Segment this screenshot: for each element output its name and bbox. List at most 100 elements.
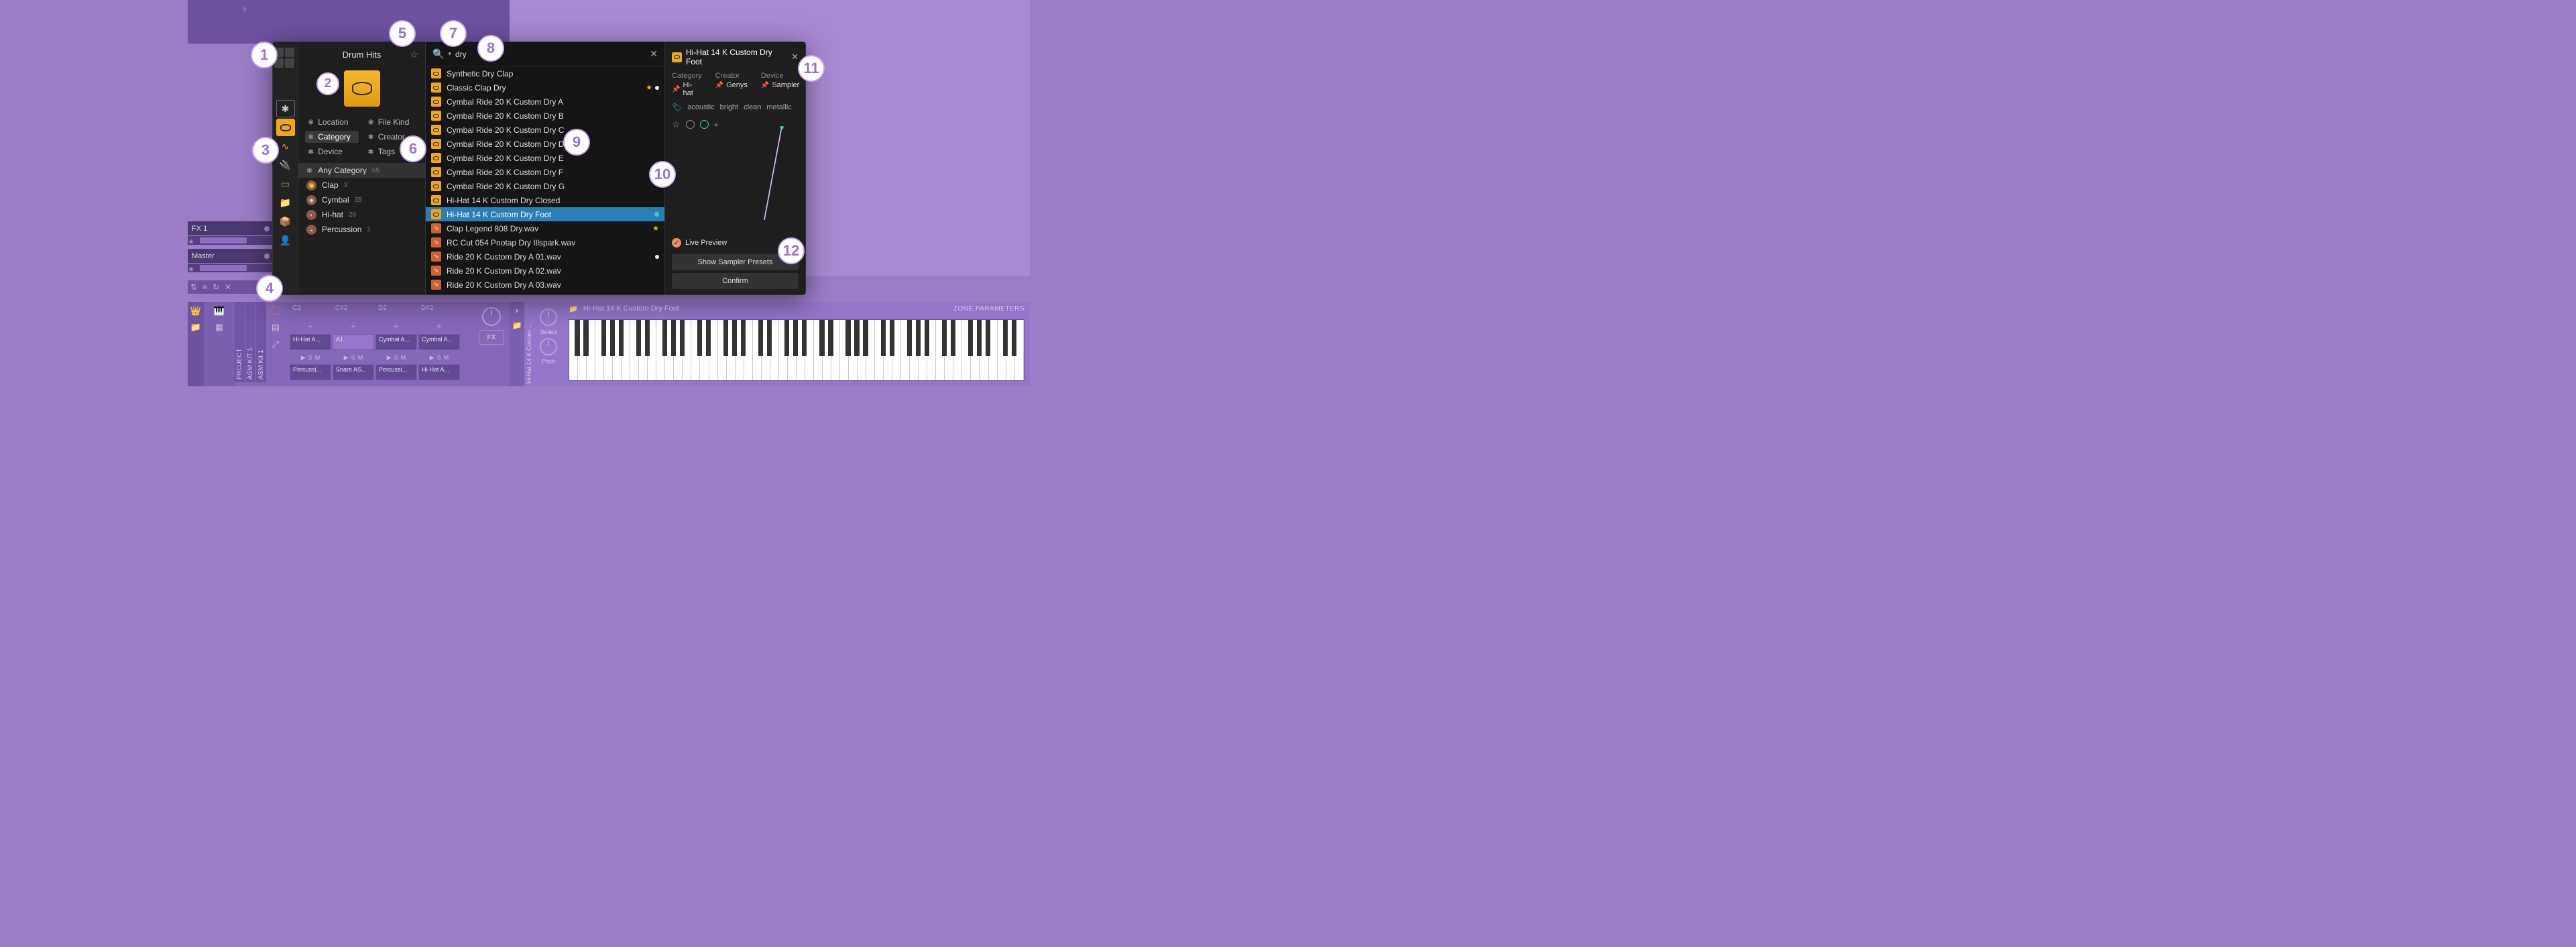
- pad-add[interactable]: +: [290, 321, 331, 333]
- vertical-label-kit1[interactable]: ASM KIT 1: [245, 302, 255, 382]
- pad-cell[interactable]: Cymbal A...: [375, 334, 417, 350]
- search-icon[interactable]: 🔍: [432, 48, 444, 60]
- toolbar-list-icon[interactable]: ≡: [202, 282, 207, 292]
- result-item[interactable]: Cymbal Ride 20 K Custom Dry G: [426, 179, 664, 193]
- grid-icon[interactable]: ▦: [215, 322, 223, 333]
- track-fx1[interactable]: FX 1: [188, 221, 274, 235]
- filter-file-kind[interactable]: ✱File Kind: [365, 116, 419, 128]
- toolbar-close-icon[interactable]: ✕: [225, 282, 231, 292]
- pad-play-icon[interactable]: ▶: [344, 354, 349, 361]
- track-master[interactable]: Master: [188, 249, 274, 263]
- crown-icon[interactable]: 👑: [190, 306, 201, 317]
- filter-category[interactable]: ✱Category: [305, 131, 359, 143]
- result-item[interactable]: ∿Ride 20 K Custom Dry A 03.wav: [426, 278, 664, 292]
- folder-icon[interactable]: 📁: [512, 321, 522, 330]
- pad-mute[interactable]: M: [315, 354, 320, 361]
- half-moon-icon[interactable]: ◗: [514, 306, 519, 315]
- result-item[interactable]: Cymbal Ride 20 K Custom Dry B: [426, 109, 664, 123]
- tag[interactable]: metallic: [766, 103, 791, 111]
- favorite-star-icon[interactable]: ★: [646, 83, 652, 92]
- pad-solo[interactable]: S: [308, 354, 312, 361]
- result-item[interactable]: ∿Ride 20 K Custom Dry A 02.wav: [426, 264, 664, 278]
- add-color-icon[interactable]: +: [714, 120, 719, 129]
- info-close-icon[interactable]: ✕: [791, 52, 799, 62]
- select-knob[interactable]: [540, 309, 557, 326]
- pad-cell[interactable]: Percussi...: [290, 364, 331, 380]
- pin-icon[interactable]: 📌: [715, 82, 723, 89]
- pad-cell-selected[interactable]: A1: [333, 334, 374, 350]
- strip-box-icon[interactable]: ▭: [276, 175, 295, 192]
- category-cymbal[interactable]: ◉Cymbal35: [298, 192, 425, 207]
- category-percussion[interactable]: ◒Percussion1: [298, 222, 425, 237]
- pad-play-icon[interactable]: ▶: [387, 354, 392, 361]
- pad-cell[interactable]: Snare AS...: [333, 364, 374, 380]
- result-item[interactable]: Classic Clap Dry★: [426, 80, 664, 95]
- strip-user-icon[interactable]: 👤: [276, 231, 295, 249]
- strip-plug-icon[interactable]: 🔌: [276, 156, 295, 174]
- volume-knob[interactable]: [482, 307, 501, 326]
- result-item[interactable]: ∿Clap Legend 808 Dry.wav★: [426, 221, 664, 235]
- result-item[interactable]: Cymbal Ride 20 K Custom Dry C: [426, 123, 664, 137]
- strip-star-icon[interactable]: ✱: [276, 100, 295, 117]
- filter-location[interactable]: ✱Location: [305, 116, 359, 128]
- pad-mute[interactable]: M: [444, 354, 449, 361]
- power-button[interactable]: [271, 306, 280, 315]
- result-item[interactable]: Hi-Hat 14 K Custom Dry Foot: [426, 207, 664, 221]
- menu-icon[interactable]: ▤: [272, 322, 280, 333]
- pad-cell[interactable]: Percussi...: [375, 364, 417, 380]
- pad-mute[interactable]: M: [401, 354, 406, 361]
- favorite-star-icon[interactable]: ☆: [410, 49, 418, 60]
- piano-keyboard[interactable]: [569, 319, 1024, 381]
- favorite-star-icon[interactable]: ★: [652, 224, 659, 233]
- pad-add[interactable]: +: [418, 321, 460, 333]
- fx-button[interactable]: FX: [479, 330, 504, 345]
- pad-add[interactable]: +: [375, 321, 417, 333]
- filter-device[interactable]: ✱Device: [305, 146, 359, 158]
- pitch-knob[interactable]: [540, 338, 557, 355]
- result-item[interactable]: ∿Ride 20 K Custom Dry A 01.wav: [426, 249, 664, 264]
- tag[interactable]: acoustic: [687, 103, 714, 111]
- toolbar-swap-icon[interactable]: ⇅: [190, 282, 197, 292]
- pad-solo[interactable]: S: [394, 354, 398, 361]
- result-item[interactable]: Hi-Hat 14 K Custom Dry Closed: [426, 193, 664, 207]
- result-item[interactable]: Cymbal Ride 20 K Custom Dry A: [426, 95, 664, 109]
- color-swatch-cyan[interactable]: [700, 120, 709, 129]
- add-track-plus[interactable]: +: [241, 4, 247, 16]
- folder-icon[interactable]: 📁: [569, 304, 578, 313]
- strip-folder-icon[interactable]: 📁: [276, 194, 295, 211]
- pad-cell[interactable]: Hi-Hat A...: [418, 364, 460, 380]
- pad-solo[interactable]: S: [351, 354, 355, 361]
- category-clap[interactable]: 👏Clap3: [298, 178, 425, 192]
- vertical-label-kit2[interactable]: ASM Kit 1: [256, 302, 266, 382]
- search-dropdown-icon[interactable]: ▾: [448, 50, 451, 58]
- category-any[interactable]: ✱Any Category65: [298, 163, 425, 178]
- tag[interactable]: clean: [744, 103, 761, 111]
- pad-add[interactable]: +: [333, 321, 374, 333]
- favorite-star-icon[interactable]: ☆: [672, 119, 681, 130]
- pad-cell[interactable]: Hi-Hat A...: [290, 334, 331, 350]
- color-swatch[interactable]: [686, 120, 695, 129]
- category-hihat[interactable]: ◐Hi-hat26: [298, 207, 425, 222]
- piano-icon[interactable]: 🎹: [214, 306, 225, 317]
- vertical-label-project[interactable]: PROJECT: [235, 302, 245, 382]
- result-item[interactable]: Synthetic Dry Clap: [426, 66, 664, 80]
- pin-icon[interactable]: 📌: [761, 82, 769, 89]
- pad-cell[interactable]: Cymbal A...: [418, 334, 460, 350]
- pin-icon[interactable]: 📌: [672, 86, 680, 93]
- strip-drum-icon[interactable]: [276, 119, 295, 136]
- pad-play-icon[interactable]: ▶: [301, 354, 306, 361]
- pad-play-icon[interactable]: ▶: [430, 354, 434, 361]
- search-clear-icon[interactable]: ✕: [650, 48, 658, 60]
- confirm-button[interactable]: Confirm: [672, 273, 799, 289]
- result-item[interactable]: ∿RC Cut 054 Pnotap Dry Illspark.wav: [426, 235, 664, 249]
- result-item[interactable]: Cymbal Ride 20 K Custom Dry D: [426, 137, 664, 151]
- result-item[interactable]: Cymbal Ride 20 K Custom Dry F: [426, 165, 664, 179]
- pad-mute[interactable]: M: [358, 354, 363, 361]
- result-item[interactable]: Cymbal Ride 20 K Custom Dry E: [426, 151, 664, 165]
- expand-icon[interactable]: ⤢: [272, 339, 279, 350]
- strip-package-icon[interactable]: 📦: [276, 213, 295, 230]
- tag[interactable]: bright: [720, 103, 739, 111]
- toolbar-refresh-icon[interactable]: ↻: [213, 282, 219, 292]
- folder-icon[interactable]: 📁: [190, 322, 201, 333]
- pad-solo[interactable]: S: [437, 354, 441, 361]
